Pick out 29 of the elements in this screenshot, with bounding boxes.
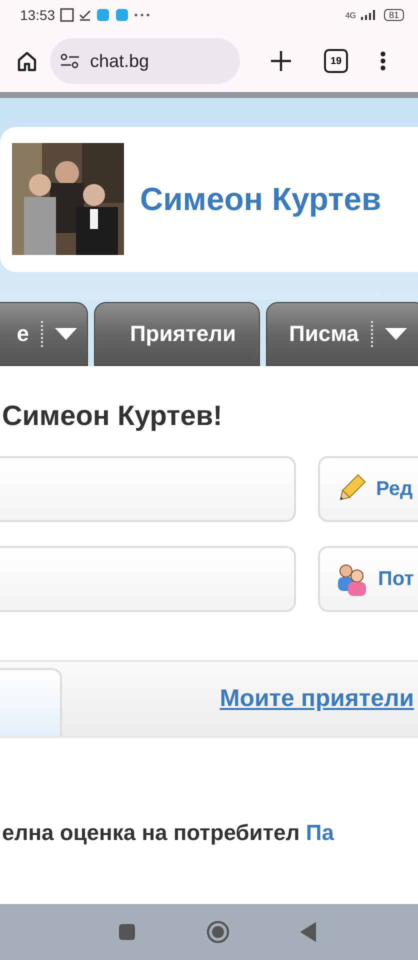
address-bar[interactable]: chat.bg [50, 38, 240, 84]
home-icon[interactable] [16, 50, 38, 72]
my-friends-link[interactable]: Моите приятели [220, 685, 414, 713]
network-type: 4G [345, 10, 356, 20]
signal-icon [360, 10, 375, 20]
recents-icon[interactable] [118, 923, 136, 941]
nav-tab[interactable]: Приятели [94, 302, 260, 366]
notification-icon [60, 8, 74, 22]
back-icon[interactable] [300, 922, 316, 942]
nav-tab[interactable]: е [0, 302, 88, 366]
status-time: 13:53 [20, 7, 56, 23]
new-tab-icon[interactable] [270, 50, 292, 72]
greeting-heading: Симеон Куртев! [1, 399, 224, 432]
home-button-icon[interactable] [206, 920, 230, 944]
menu-icon[interactable] [380, 51, 386, 71]
site-settings-icon[interactable] [60, 53, 80, 69]
app-icon [115, 8, 130, 22]
rating-link[interactable]: Па [306, 820, 334, 845]
more-notifications-icon [134, 13, 150, 17]
action-button[interactable]: Пот [318, 546, 418, 612]
battery-level: 81 [384, 9, 404, 21]
download-done-icon [79, 9, 92, 21]
profile-name: Симеон Куртев [140, 180, 382, 218]
tab-count-button[interactable]: 19 [324, 49, 348, 73]
app-icon [96, 8, 110, 22]
url-text: chat.bg [90, 50, 150, 72]
rating-text: елна оценка на потребител Па [2, 820, 336, 846]
action-button[interactable]: Ред [318, 456, 418, 522]
nav-tab[interactable]: Писма [266, 302, 418, 366]
